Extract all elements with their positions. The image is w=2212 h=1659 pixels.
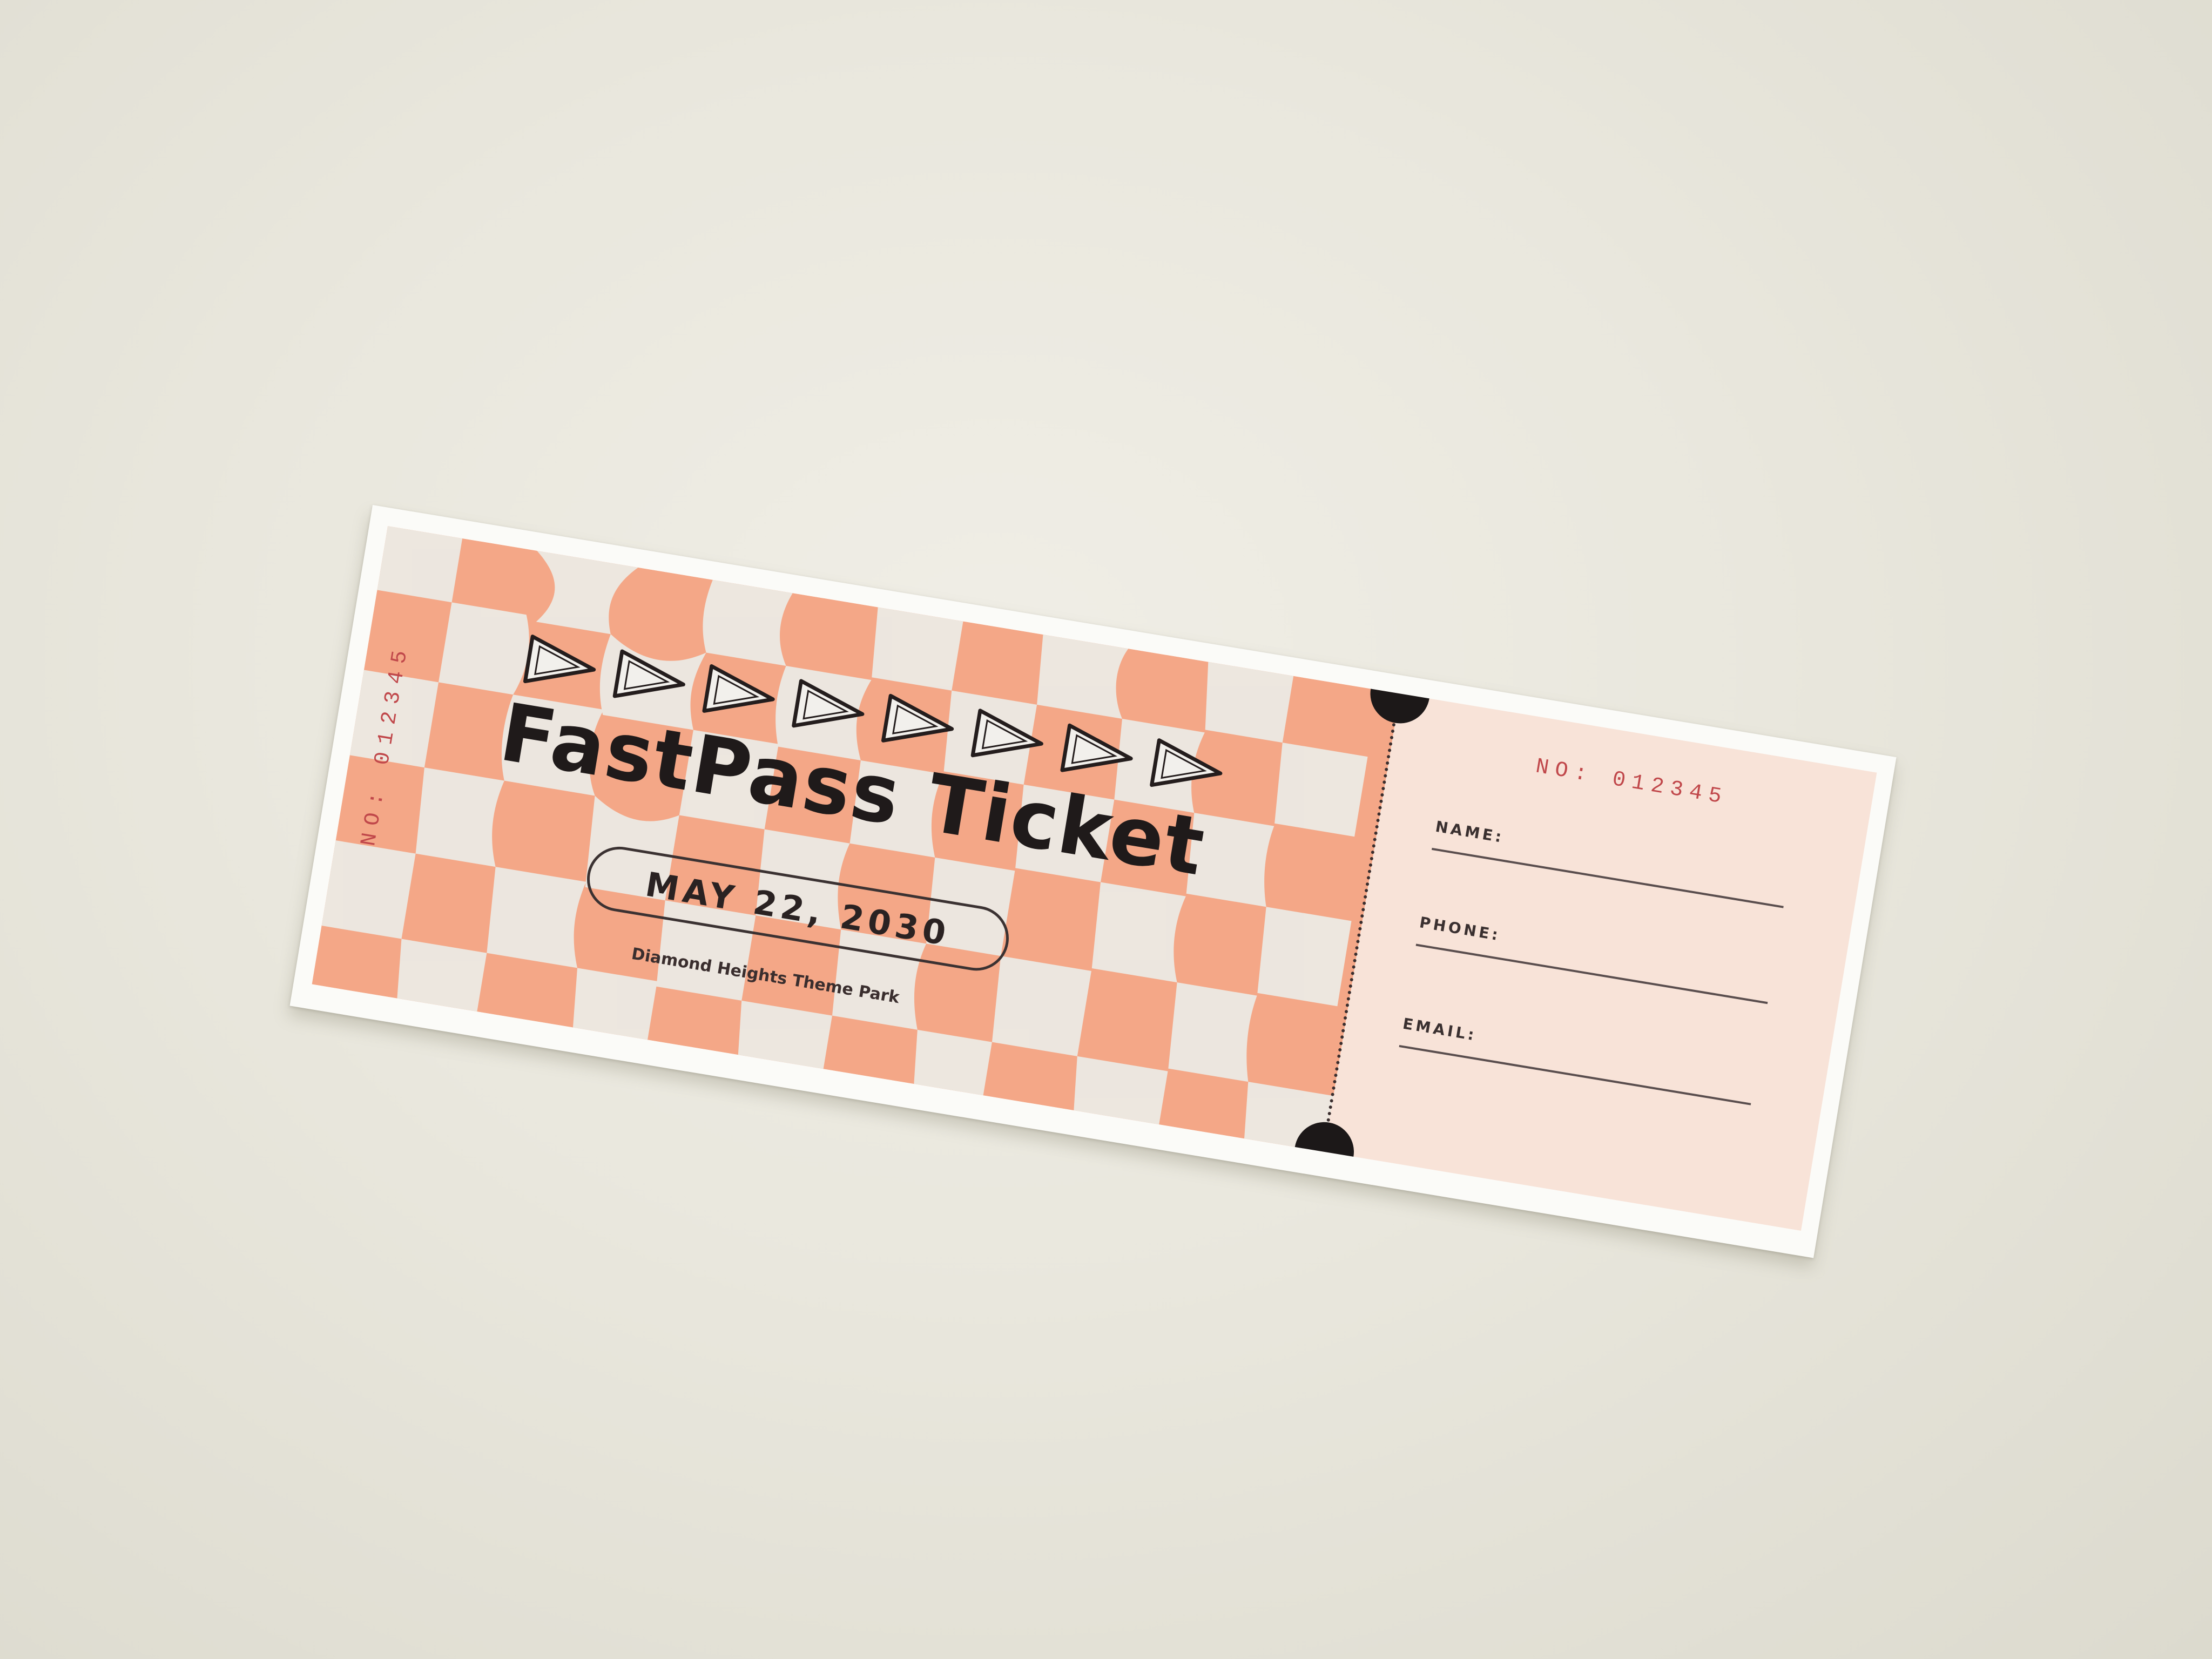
- paper-sheet: NO: 012345 FastPass Ticket MAY 22, 2030 …: [289, 505, 1897, 1258]
- stub-serial-number: NO: 012345: [1534, 754, 1730, 811]
- table-surface: NO: 012345 FastPass Ticket MAY 22, 2030 …: [0, 0, 2212, 1659]
- checker-pattern: [321, 526, 1368, 1152]
- name-field[interactable]: NAME:: [1431, 817, 1789, 908]
- phone-field[interactable]: PHONE:: [1415, 913, 1773, 1004]
- ticket-main-panel: NO: 012345 FastPass Ticket MAY 22, 2030 …: [312, 526, 1400, 1152]
- ticket-stub: NO: 012345 NAME: PHONE: EMAIL:: [1324, 693, 1877, 1231]
- phone-label: PHONE:: [1418, 913, 1502, 945]
- name-label: NAME:: [1434, 817, 1506, 847]
- email-field[interactable]: EMAIL:: [1399, 1015, 1756, 1105]
- email-label: EMAIL:: [1401, 1014, 1478, 1044]
- fastpass-ticket: NO: 012345 FastPass Ticket MAY 22, 2030 …: [312, 526, 1877, 1231]
